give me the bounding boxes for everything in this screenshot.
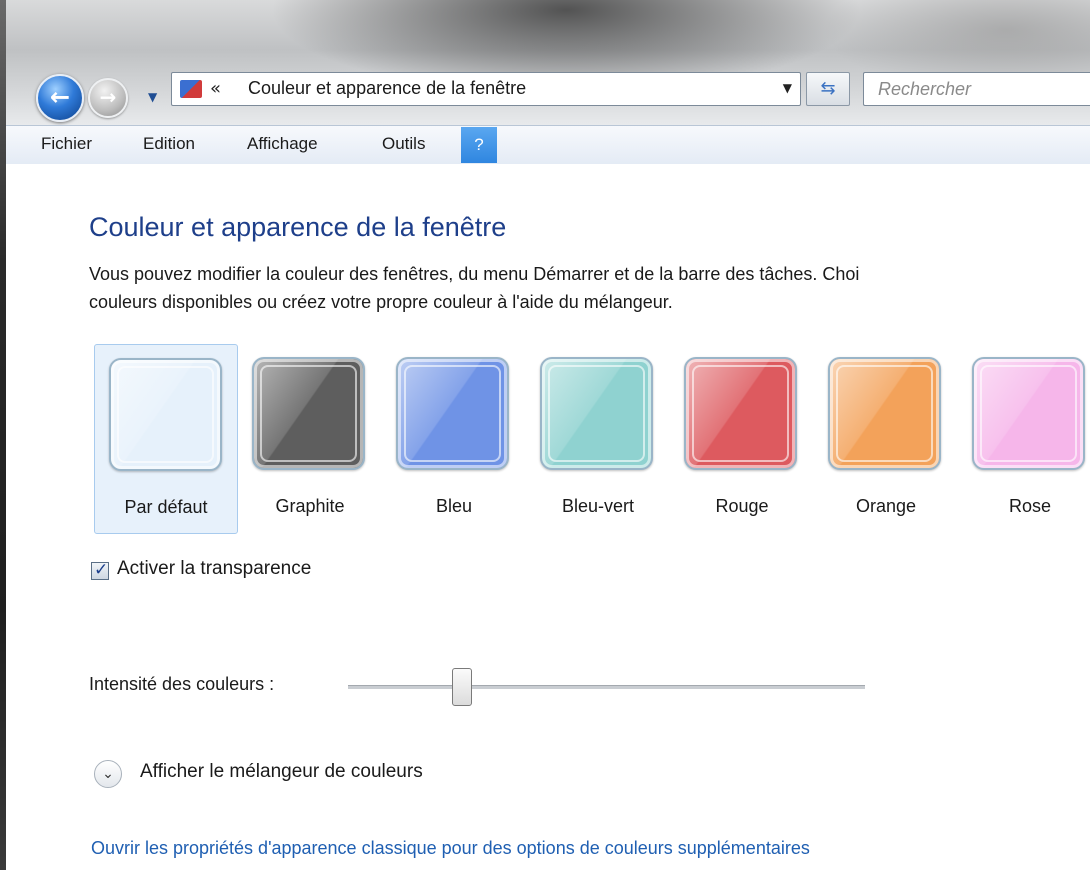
page-title: Couleur et apparence de la fenêtre [89, 212, 507, 242]
refresh-icon: ⇆ [820, 78, 836, 99]
recent-pages-dropdown[interactable]: ▼ [148, 90, 157, 104]
color-swatch-label[interactable]: Rose [958, 496, 1090, 517]
address-bar[interactable]: « Couleur et apparence de la fenêtre ▼ [171, 72, 801, 106]
color-tile[interactable] [396, 357, 509, 470]
color-swatches: Par défaut Graphite Bleu Bleu-vert Rouge Oran… [94, 344, 1090, 534]
menu-fichier[interactable]: Fichier [41, 134, 92, 154]
color-swatch[interactable]: Rouge [670, 344, 814, 534]
transparency-checkbox[interactable] [91, 560, 109, 580]
menu-outils[interactable]: Outils [382, 134, 425, 154]
classic-appearance-link[interactable]: Ouvrir les propriétés d'apparence classi… [91, 838, 810, 859]
color-tile[interactable] [828, 357, 941, 470]
back-button[interactable]: ← [36, 74, 84, 122]
chevron-down-icon[interactable]: ⌄ [94, 760, 122, 788]
color-tile[interactable] [252, 357, 365, 470]
menu-edition[interactable]: Edition [143, 134, 195, 154]
color-swatch[interactable]: Bleu [382, 344, 526, 534]
color-tile[interactable] [540, 357, 653, 470]
color-swatch-label[interactable]: Rouge [670, 496, 814, 517]
color-swatch-label[interactable]: Orange [814, 496, 958, 517]
color-tile[interactable] [972, 357, 1085, 470]
color-swatch[interactable]: Orange [814, 344, 958, 534]
color-tile[interactable] [109, 358, 222, 471]
color-mixer-label[interactable]: Afficher le mélangeur de couleurs [140, 761, 423, 783]
menu-bar: Fichier Edition Affichage Outils ? [6, 125, 1090, 165]
arrow-right-icon: → [99, 85, 117, 109]
breadcrumb-overflow[interactable]: « [210, 78, 221, 99]
search-input[interactable] [864, 73, 1090, 105]
color-tile[interactable] [684, 357, 797, 470]
transparency-label[interactable]: Activer la transparence [117, 558, 311, 580]
color-swatch[interactable]: Par défaut [94, 344, 238, 534]
refresh-button[interactable]: ⇆ [806, 72, 850, 106]
address-path[interactable]: Couleur et apparence de la fenêtre [248, 78, 526, 99]
color-swatch-label[interactable]: Graphite [238, 496, 382, 517]
control-panel-icon [180, 80, 202, 98]
color-swatch[interactable]: Bleu-vert [526, 344, 670, 534]
menu-affichage[interactable]: Affichage [247, 134, 318, 154]
intensity-slider-thumb[interactable] [451, 668, 472, 706]
color-swatch-label[interactable]: Bleu-vert [526, 496, 670, 517]
color-swatch-label[interactable]: Par défaut [95, 497, 237, 518]
menu-help[interactable]: ? [461, 127, 497, 163]
color-swatch[interactable]: Rose [958, 344, 1090, 534]
main-content: Couleur et apparence de la fenêtre Vous … [6, 164, 1090, 870]
intensity-label: Intensité des couleurs : [89, 674, 275, 694]
page-description: Vous pouvez modifier la couleur des fenê… [89, 260, 1090, 316]
address-dropdown-icon[interactable]: ▼ [783, 81, 792, 95]
description-line: couleurs disponibles ou créez votre prop… [89, 292, 673, 312]
title-bar: ← → ▼ « Couleur et apparence de la fenêt… [6, 0, 1090, 125]
description-line: Vous pouvez modifier la couleur des fenê… [89, 264, 860, 284]
forward-button[interactable]: → [88, 78, 128, 118]
color-swatch[interactable]: Graphite [238, 344, 382, 534]
arrow-left-icon: ← [49, 83, 71, 111]
intensity-slider-track[interactable] [348, 685, 865, 689]
search-box[interactable] [863, 72, 1090, 106]
color-swatch-label[interactable]: Bleu [382, 496, 526, 517]
